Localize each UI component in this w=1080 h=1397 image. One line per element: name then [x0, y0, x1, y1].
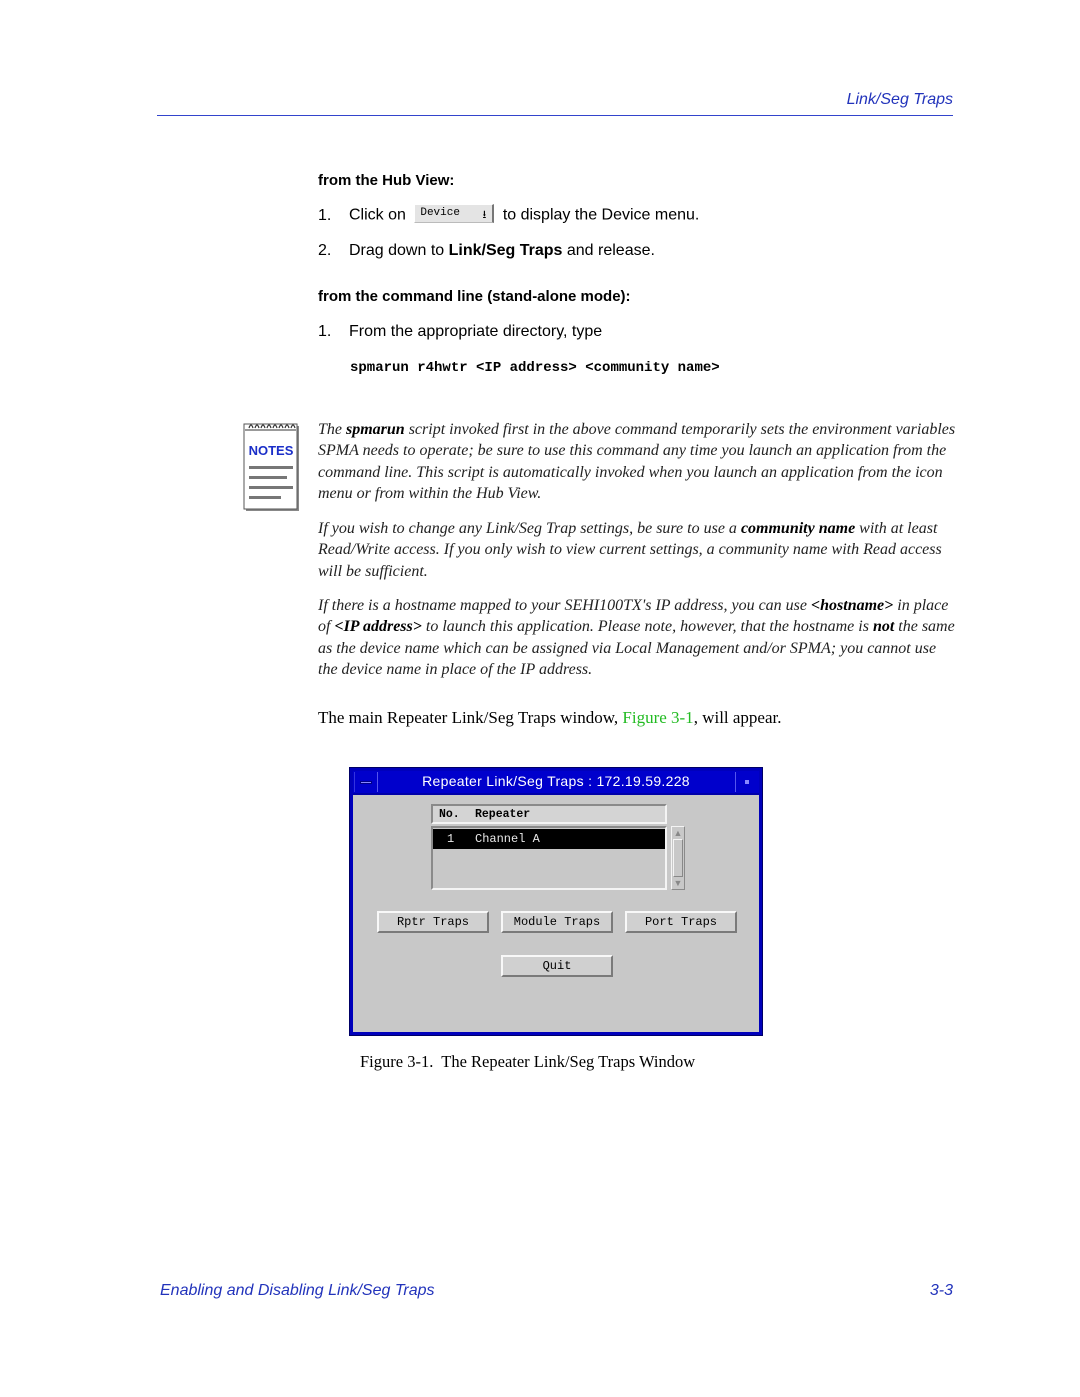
- list-row-selected[interactable]: 1 Channel A: [433, 829, 665, 849]
- list-scrollbar[interactable]: ▲ ▼: [671, 826, 685, 890]
- text: The: [318, 421, 346, 438]
- step-text-before: Click on: [349, 206, 406, 224]
- maximize-icon: [745, 780, 749, 784]
- window-title: Repeater Link/Seg Traps : 172.19.59.228: [422, 773, 690, 789]
- emphasis: <hostname>: [811, 597, 894, 614]
- list-header: No. Repeater: [431, 804, 667, 824]
- footer-section-title: Enabling and Disabling Link/Seg Traps: [160, 1282, 435, 1299]
- emphasis: community name: [740, 520, 856, 537]
- row-no: 1: [447, 832, 455, 846]
- dropdown-arrow-icon: ⭳: [482, 209, 487, 221]
- note-paragraph-community: If you wish to change any Link/Seg Trap …: [318, 518, 958, 582]
- window-body: Repeater Link/Seg Traps : 172.19.59.228 …: [353, 771, 759, 1032]
- step-number: 1.: [318, 323, 332, 340]
- figure-link[interactable]: Figure 3-1: [622, 708, 693, 727]
- step-text-before: Drag down to: [349, 242, 449, 259]
- quit-button[interactable]: Quit: [501, 955, 613, 977]
- scroll-thumb[interactable]: [673, 839, 683, 877]
- rptr-traps-button[interactable]: Rptr Traps: [377, 911, 489, 933]
- notes-icon-label: NOTES: [249, 443, 294, 458]
- column-header-repeater: Repeater: [475, 808, 531, 821]
- text: If you wish to change any Link/Seg Trap …: [318, 520, 741, 537]
- link-seg-traps-menu-item: Link/Seg Traps: [448, 242, 563, 259]
- step-text-after: and release.: [562, 242, 655, 259]
- emphasis: not: [872, 618, 895, 636]
- module-traps-button[interactable]: Module Traps: [501, 911, 613, 933]
- command-line-heading: from the command line (stand-alone mode)…: [318, 288, 631, 305]
- emphasis: spmarun: [346, 421, 405, 438]
- emphasis: <IP address>: [334, 618, 422, 636]
- window-menu-button[interactable]: [354, 772, 378, 792]
- step-number: 1.: [318, 206, 332, 224]
- text: script invoked first in the above comman…: [318, 421, 956, 502]
- window-menu-icon: [360, 781, 372, 784]
- repeater-list[interactable]: 1 Channel A: [431, 826, 667, 890]
- hub-view-step-1: 1. Click on Device ⭳ to display the Devic…: [318, 204, 700, 225]
- scroll-up-arrow-icon[interactable]: ▲: [673, 828, 683, 838]
- hub-view-step-2: 2. Drag down to Link/Seg Traps and releas…: [318, 242, 655, 260]
- text: , will appear.: [693, 708, 782, 727]
- running-head: Link/Seg Traps: [846, 91, 953, 108]
- column-header-no: No.: [439, 808, 460, 821]
- main-paragraph: The main Repeater Link/Seg Traps window,…: [318, 708, 782, 728]
- page-number: 3-3: [929, 1282, 953, 1299]
- text: If there is a hostname mapped to your SE…: [318, 597, 811, 614]
- port-traps-button[interactable]: Port Traps: [625, 911, 737, 933]
- step-text-after: to display the Device menu.: [502, 206, 700, 224]
- step-text: From the appropriate directory, type: [349, 323, 603, 340]
- note-paragraph-hostname: If there is a hostname mapped to your SE…: [318, 595, 958, 680]
- window-titlebar[interactable]: Repeater Link/Seg Traps : 172.19.59.228: [353, 771, 759, 795]
- note-paragraph-spmarun: The spmarun script invoked first in the …: [318, 419, 958, 504]
- command-example: spmarun r4hwtr <IP address> <community n…: [350, 360, 720, 376]
- device-button-label: Device: [420, 207, 460, 219]
- row-repeater: Channel A: [475, 832, 540, 846]
- text: The main Repeater Link/Seg Traps window,: [318, 708, 623, 727]
- header-rule: [157, 115, 953, 116]
- repeater-link-seg-traps-window: Repeater Link/Seg Traps : 172.19.59.228 …: [349, 767, 763, 1036]
- figure-caption: Figure 3-1. The Repeater Link/Seg Traps …: [360, 1052, 696, 1071]
- hub-view-heading: from the Hub View:: [318, 172, 455, 189]
- step-number: 2.: [318, 242, 332, 259]
- notes-icon: NOTES: [243, 420, 301, 512]
- scroll-down-arrow-icon[interactable]: ▼: [673, 878, 683, 888]
- device-menu-button[interactable]: Device ⭳: [414, 204, 495, 223]
- command-line-step-1: 1. From the appropriate directory, type: [318, 323, 602, 341]
- window-maximize-button[interactable]: [735, 772, 758, 792]
- text: to launch this application. Please note,…: [421, 618, 873, 636]
